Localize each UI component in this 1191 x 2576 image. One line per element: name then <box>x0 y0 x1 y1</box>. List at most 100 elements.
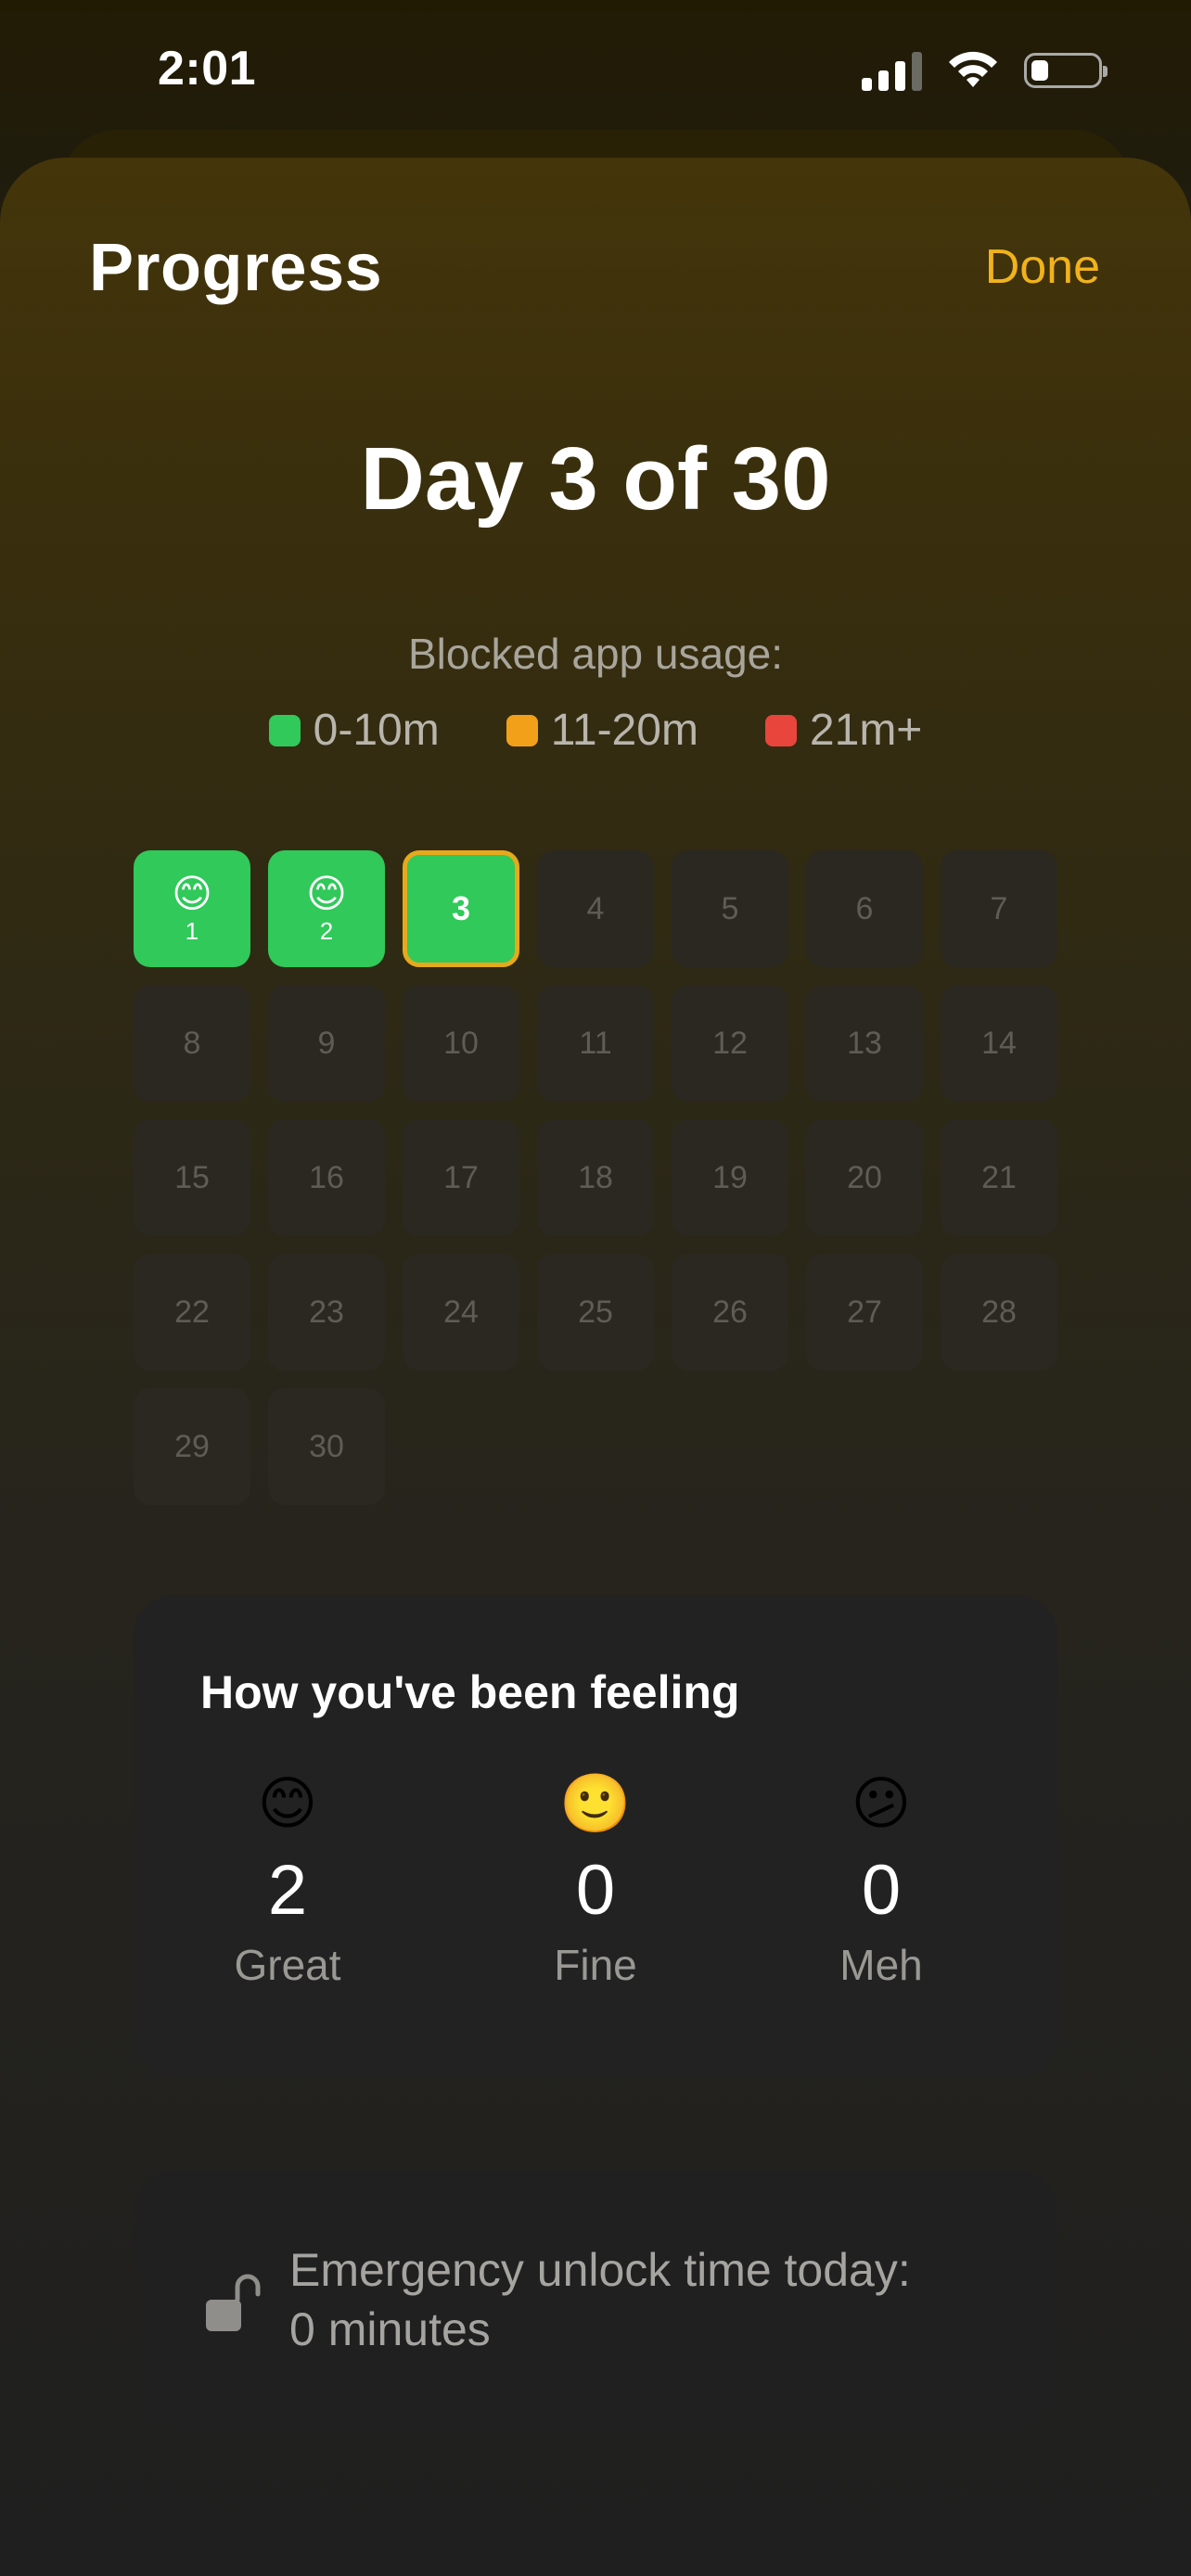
emergency-unlock-text: Emergency unlock time today: 0 minutes <box>289 2240 911 2359</box>
calendar-day-20[interactable]: 20 <box>806 1119 923 1236</box>
feeling-fine: 🙂 0 Fine <box>484 1771 707 1990</box>
day-counter-title: Day 3 of 30 <box>360 429 831 529</box>
slight-smile-icon: 🙂 <box>559 1772 632 1836</box>
calendar-day-23[interactable]: 23 <box>268 1254 385 1371</box>
legend-item-high: 21m+ <box>764 705 923 756</box>
feeling-count: 2 <box>267 1851 308 1930</box>
signal-icon <box>862 50 922 91</box>
calendar-day-13[interactable]: 13 <box>806 985 923 1102</box>
calendar-day-number: 25 <box>578 1294 613 1330</box>
status-icons <box>862 46 1108 95</box>
legend-swatch-orange <box>506 714 538 746</box>
calendar-day-28[interactable]: 28 <box>941 1254 1057 1371</box>
smiling-face-icon: 😊 <box>172 871 212 915</box>
feeling-count: 0 <box>861 1851 902 1930</box>
calendar-day-14[interactable]: 14 <box>941 985 1057 1102</box>
unlock-icon <box>206 2274 261 2331</box>
confused-face-icon: 😕 <box>851 1772 912 1836</box>
calendar-day-number: 17 <box>443 1159 479 1195</box>
calendar-day-29[interactable]: 29 <box>134 1388 250 1505</box>
calendar-day-26[interactable]: 26 <box>672 1254 788 1371</box>
calendar-day-number: 16 <box>309 1159 344 1195</box>
calendar-day-25[interactable]: 25 <box>537 1254 654 1371</box>
calendar-day-number: 1 <box>185 916 199 945</box>
calendar-day-number: 28 <box>981 1294 1017 1330</box>
calendar-day-number: 19 <box>712 1159 748 1195</box>
feeling-meh: 😕 0 Meh <box>770 1771 992 1990</box>
calendar-day-1[interactable]: 😊 1 <box>134 850 250 967</box>
calendar-day-15[interactable]: 15 <box>134 1119 250 1236</box>
legend-item-medium: 11-20m <box>506 705 698 756</box>
calendar-day-3[interactable]: 3 <box>403 850 519 967</box>
legend-label: 21m+ <box>809 706 923 755</box>
status-time: 2:01 <box>158 42 257 96</box>
wifi-icon <box>949 51 997 87</box>
calendar-day-number: 14 <box>981 1025 1017 1061</box>
calendar-day-number: 30 <box>309 1428 344 1464</box>
usage-legend: 0-10m 11-20m 21m+ <box>0 705 1191 756</box>
calendar-day-30[interactable]: 30 <box>268 1388 385 1505</box>
calendar-day-number: 24 <box>443 1294 479 1330</box>
calendar-day-number: 29 <box>174 1428 210 1464</box>
calendar-day-24[interactable]: 24 <box>403 1254 519 1371</box>
calendar-day-number: 8 <box>183 1025 201 1061</box>
feeling-count: 0 <box>575 1851 616 1930</box>
legend-label: 11-20m <box>550 706 698 755</box>
done-button[interactable]: Done <box>985 239 1100 295</box>
calendar-day-number: 18 <box>578 1159 613 1195</box>
calendar-day-12[interactable]: 12 <box>672 985 788 1102</box>
calendar-day-number: 12 <box>712 1025 748 1061</box>
feeling-great: 😊 2 Great <box>176 1771 399 1990</box>
battery-icon <box>1024 53 1108 88</box>
calendar-day-19[interactable]: 19 <box>672 1119 788 1236</box>
calendar-day-10[interactable]: 10 <box>403 985 519 1102</box>
calendar-day-number: 9 <box>317 1025 336 1061</box>
calendar-day-number: 20 <box>847 1159 882 1195</box>
page-title: Progress <box>89 231 383 305</box>
calendar-day-27[interactable]: 27 <box>806 1254 923 1371</box>
calendar-day-number: 13 <box>847 1025 882 1061</box>
legend-swatch-green <box>268 714 301 746</box>
calendar-day-21[interactable]: 21 <box>941 1119 1057 1236</box>
calendar-day-22[interactable]: 22 <box>134 1254 250 1371</box>
calendar-day-7[interactable]: 7 <box>941 850 1057 967</box>
calendar-day-number: 6 <box>855 890 874 926</box>
calendar-day-number: 3 <box>451 889 471 927</box>
calendar-day-2[interactable]: 😊 2 <box>268 850 385 967</box>
calendar-grid: 😊 1 😊 2 3 4 5 6 7 8 9 10 11 12 13 14 15 16 17 18 19 20 21 22 23 2… <box>134 850 1057 1505</box>
legend-item-low: 0-10m <box>268 705 440 756</box>
calendar-day-11[interactable]: 11 <box>537 985 654 1102</box>
emergency-unlock-label: Emergency unlock time today: <box>289 2244 911 2296</box>
calendar-day-8[interactable]: 8 <box>134 985 250 1102</box>
calendar-day-number: 21 <box>981 1159 1017 1195</box>
calendar-day-number: 5 <box>721 890 739 926</box>
emergency-unlock-card: Emergency unlock time today: 0 minutes <box>134 2170 1057 2429</box>
smiling-face-icon: 😊 <box>306 871 347 915</box>
calendar-day-17[interactable]: 17 <box>403 1119 519 1236</box>
calendar-day-4[interactable]: 4 <box>537 850 654 967</box>
calendar-day-16[interactable]: 16 <box>268 1119 385 1236</box>
feeling-label: Fine <box>554 1941 637 1989</box>
feeling-label: Meh <box>839 1941 923 1989</box>
calendar-day-number: 26 <box>712 1294 748 1330</box>
smiling-face-icon: 😊 <box>257 1772 318 1836</box>
calendar-day-number: 23 <box>309 1294 344 1330</box>
calendar-day-number: 27 <box>847 1294 882 1330</box>
calendar-day-number: 10 <box>443 1025 479 1061</box>
calendar-day-9[interactable]: 9 <box>268 985 385 1102</box>
feeling-title: How you've been feeling <box>200 1666 740 1718</box>
calendar-day-number: 7 <box>990 890 1008 926</box>
calendar-day-number: 11 <box>579 1025 612 1061</box>
calendar-day-5[interactable]: 5 <box>672 850 788 967</box>
emergency-unlock-value: 0 minutes <box>289 2303 491 2355</box>
feeling-label: Great <box>234 1941 341 1989</box>
feeling-card: How you've been feeling 😊 2 Great 🙂 0 Fi… <box>134 1595 1057 2077</box>
calendar-day-number: 15 <box>174 1159 210 1195</box>
calendar-day-18[interactable]: 18 <box>537 1119 654 1236</box>
calendar-day-number: 2 <box>319 916 334 945</box>
legend-swatch-red <box>764 714 797 746</box>
calendar-day-number: 22 <box>174 1294 210 1330</box>
legend-label: 0-10m <box>313 706 440 755</box>
calendar-day-6[interactable]: 6 <box>806 850 923 967</box>
calendar-day-number: 4 <box>586 890 605 926</box>
